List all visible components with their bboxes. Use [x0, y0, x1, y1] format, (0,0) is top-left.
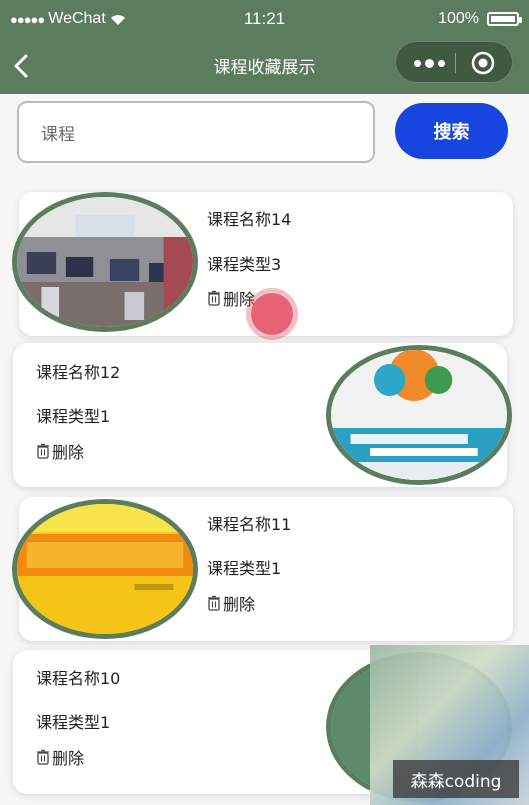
trash-icon [208, 290, 220, 306]
course-type: 课程类型1 [36, 713, 111, 732]
touch-indicator [251, 293, 293, 335]
delete-label: 删除 [52, 749, 85, 768]
exam-guide-cover-image [17, 504, 193, 634]
course-thumbnail[interactable] [12, 499, 198, 639]
course-type: 课程类型3 [207, 255, 282, 274]
more-menu-icon[interactable] [414, 42, 445, 84]
course-name: 课程名称10 [36, 669, 121, 688]
battery-icon [487, 12, 522, 26]
search-input[interactable] [17, 101, 375, 163]
delete-label: 删除 [223, 290, 256, 309]
course-thumbnail[interactable] [12, 192, 198, 332]
trash-icon [37, 749, 49, 765]
close-miniprogram-icon[interactable] [470, 50, 496, 76]
delete-button[interactable]: 删除 [207, 286, 255, 310]
course-name: 课程名称14 [207, 210, 292, 229]
course-name: 课程名称11 [207, 515, 292, 534]
status-bar: ●●●●● WeChat 11:21 100% [0, 0, 529, 38]
status-right: 100% [438, 10, 522, 28]
delete-button[interactable]: 删除 [207, 591, 255, 615]
course-type: 课程类型1 [207, 559, 282, 578]
course-thumbnail[interactable] [326, 345, 512, 485]
computer-lab-photo [17, 197, 193, 327]
delete-button[interactable]: 删除 [36, 745, 84, 769]
battery-percent: 100% [438, 10, 479, 27]
delete-label: 删除 [52, 443, 85, 462]
course-name: 课程名称12 [36, 363, 121, 382]
trash-icon [37, 443, 49, 459]
watermark-label: 森森coding [393, 760, 519, 798]
capsule-divider [455, 53, 456, 73]
delete-label: 删除 [223, 595, 256, 614]
miniprogram-capsule [395, 41, 513, 83]
delete-button[interactable]: 删除 [36, 439, 84, 463]
course-type: 课程类型1 [36, 407, 111, 426]
java-book-cover-image [331, 350, 507, 480]
search-button[interactable]: 搜索 [395, 103, 508, 159]
nav-bar: 课程收藏展示 [0, 38, 529, 94]
trash-icon [208, 595, 220, 611]
